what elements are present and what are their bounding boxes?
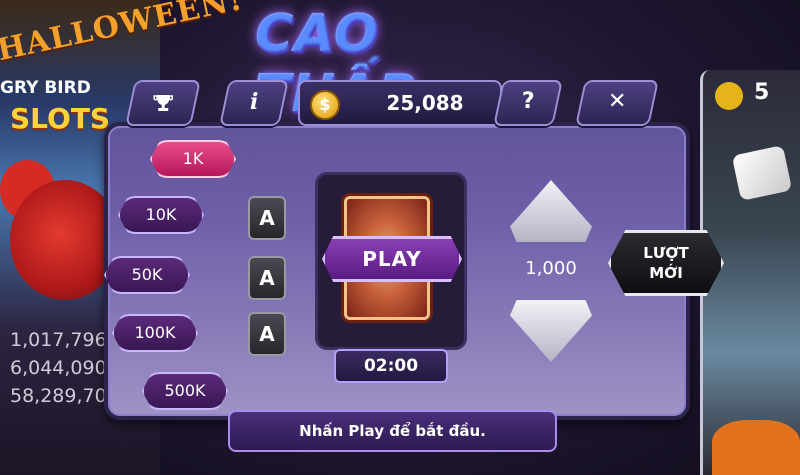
leaderboard-button[interactable] [125,80,201,126]
help-icon: ? [521,89,535,114]
status-message: Nhấn Play để bắt đầu. [228,410,557,452]
trophy-icon [132,82,194,122]
balance-display: $ 25,088 [298,80,502,126]
bet-option-1k[interactable]: 1K [150,140,236,178]
balance-value: 25,088 [386,91,464,115]
new-round-button[interactable]: LƯỢT MỚI [608,230,724,296]
hand-card: A [248,196,286,240]
play-button[interactable]: PLAY [322,236,462,282]
coin-icon: $ [310,90,340,120]
top-bar: i $ 25,088 ? ✕ [120,80,660,130]
jackpot-value: 6,044,090 [10,357,107,379]
info-icon: i [250,89,259,115]
close-button[interactable]: ✕ [575,80,659,126]
right-balance: 5 [754,80,770,105]
slots-label: SLOTS [10,102,111,135]
bet-option-50k[interactable]: 50K [104,256,190,294]
bird-slot-title: GRY BIRD [0,78,91,98]
new-round-label: LƯỢT MỚI [643,244,689,282]
bet-option-100k[interactable]: 100K [112,314,198,352]
jackpot-value: 1,017,796 [10,329,107,351]
hand-card: A [248,312,286,356]
bet-value: 1,000 [525,258,577,279]
coin-icon [715,82,743,110]
hand-card: A [248,256,286,300]
close-icon: ✕ [607,89,627,114]
timer: 02:00 [334,349,448,383]
info-button[interactable]: i [219,80,289,126]
pumpkin-image [712,420,800,475]
jackpot-value: 58,289,700 [10,385,119,407]
jackpot-list: 1,017,796 6,044,090 58,289,700 [10,326,119,410]
bet-option-10k[interactable]: 10K [118,196,204,234]
help-button[interactable]: ? [493,80,563,126]
bet-option-500k[interactable]: 500K [142,372,228,410]
game-title: CAO THẤP [255,4,535,124]
